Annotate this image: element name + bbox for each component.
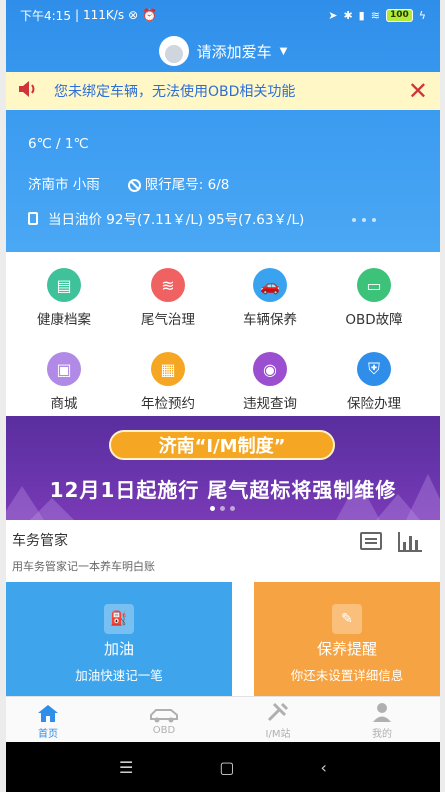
fuel-price-row: 当日油价 92号(7.11￥/L) 95号(7.63￥/L) <box>28 208 304 228</box>
card-subtitle: 你还未设置详细信息 <box>290 668 404 683</box>
ban-icon <box>127 178 141 192</box>
restriction-text: 限行尾号: 6/8 <box>144 177 230 193</box>
notice-text: 您未绑定车辆，无法使用OBD相关功能 <box>54 84 296 100</box>
grid-label: 年检预约 <box>141 396 195 412</box>
tab-obd[interactable]: OBD <box>124 701 204 736</box>
health-file-icon: ▤ <box>47 268 81 302</box>
banner-headline: 12月1日起施行 尾气超标将强制维修 <box>49 478 397 502</box>
location-icon: ➤ <box>328 8 338 22</box>
tab-home[interactable]: 首页 <box>8 701 88 740</box>
temperature: 6℃ / 1℃ <box>28 136 89 152</box>
ledger-icon[interactable] <box>360 532 382 550</box>
tab-label: 首页 <box>38 729 58 740</box>
status-sep: | <box>74 8 79 22</box>
back-icon[interactable]: ‹ <box>321 758 327 777</box>
grid-item-maintenance[interactable]: 🚗 车辆保养 <box>220 268 320 328</box>
alarm-icon: ⏰ <box>142 8 158 22</box>
city-weather-row: 济南市 小雨 限行尾号: 6/8 <box>28 173 229 193</box>
notice-bar: 您未绑定车辆，无法使用OBD相关功能 ✕ <box>6 72 440 110</box>
user-icon <box>342 701 422 723</box>
grid-item-violation[interactable]: ◉ 违规查询 <box>220 352 320 412</box>
grid-label: OBD故障 <box>345 312 403 328</box>
car-icon <box>124 701 204 723</box>
shield-icon: ⛨ <box>357 352 391 386</box>
chevron-down-icon: ▼ <box>279 45 288 57</box>
close-icon[interactable]: ✕ <box>408 79 428 103</box>
home-icon <box>8 701 88 723</box>
status-speed: 111K/s <box>83 8 125 22</box>
restriction-info: 限行尾号: 6/8 <box>127 173 230 193</box>
signal-icon: ▮ <box>358 8 365 22</box>
tab-label: OBD <box>152 725 176 736</box>
city-weather: 济南市 小雨 <box>28 177 100 193</box>
tab-profile[interactable]: 我的 <box>342 701 422 740</box>
app-screen: 下午4:15 | 111K/s ⊗ ⏰ ➤ ✱ ▮ ≋ 100 ϟ 请添加爱车 … <box>6 0 440 792</box>
banner-tag: 济南“I/M制度” <box>109 430 335 460</box>
mute-icon: ⊗ <box>128 8 139 22</box>
grid-item-exhaust[interactable]: ≋ 尾气治理 <box>118 268 218 328</box>
maintenance-reminder-card[interactable]: ✎ 保养提醒 你还未设置详细信息 <box>254 582 440 696</box>
system-nav-bar: ☰ ▢ ‹ <box>6 742 440 792</box>
pager-dots <box>352 218 376 222</box>
promo-banner[interactable]: 济南“I/M制度” 12月1日起施行 尾气超标将强制维修 <box>6 416 440 520</box>
card-subtitle: 加油快速记一笔 <box>75 668 163 683</box>
shop-icon: ▣ <box>47 352 81 386</box>
card-title: 保养提醒 <box>316 640 377 658</box>
chart-icon[interactable] <box>398 532 422 552</box>
bottom-tab-bar: 首页 OBD I/M站 我的 <box>6 696 440 742</box>
wifi-icon: ≋ <box>370 8 380 22</box>
exhaust-icon: ≋ <box>151 268 185 302</box>
card-title: 加油 <box>103 640 134 658</box>
tab-label: 我的 <box>372 729 392 740</box>
hero-header: 下午4:15 | 111K/s ⊗ ⏰ ➤ ✱ ▮ ≋ 100 ϟ 请添加爱车 … <box>6 0 440 252</box>
status-time: 下午4:15 <box>20 8 71 23</box>
grid-item-health[interactable]: ▤ 健康档案 <box>14 268 114 328</box>
car-prompt-label: 请添加爱车 <box>196 42 272 61</box>
battery-icon: 100 <box>385 8 413 22</box>
violation-icon: ◉ <box>253 352 287 386</box>
tab-label: I/M站 <box>265 729 291 740</box>
section-subtitle: 用车务管家记一本养车明白账 <box>12 560 155 573</box>
grid-label: 尾气治理 <box>141 312 195 328</box>
menu-icon[interactable]: ☰ <box>119 758 133 777</box>
tab-im-station[interactable]: I/M站 <box>238 701 318 740</box>
grid-item-inspection[interactable]: ▦ 年检预约 <box>118 352 218 412</box>
fuel-icon <box>28 211 38 225</box>
car-icon: 🚗 <box>253 268 287 302</box>
speaker-icon <box>18 80 38 102</box>
status-bar: 下午4:15 | 111K/s ⊗ ⏰ ➤ ✱ ▮ ≋ 100 ϟ <box>6 0 440 30</box>
grid-label: 商城 <box>50 396 78 412</box>
obd-device-icon: ▭ <box>357 268 391 302</box>
truck-icon: ▦ <box>151 352 185 386</box>
refuel-card[interactable]: ⛽ 加油 加油快速记一笔 <box>6 582 232 696</box>
avatar <box>158 36 189 66</box>
grid-label: 健康档案 <box>37 312 91 328</box>
bluetooth-icon: ✱ <box>343 8 353 22</box>
charging-icon: ϟ <box>418 8 426 22</box>
grid-label: 车辆保养 <box>243 312 297 328</box>
reminder-icon: ✎ <box>332 604 362 634</box>
fuel-pump-icon: ⛽ <box>104 604 134 634</box>
grid-label: 保险办理 <box>347 396 401 412</box>
car-manager-section: 车务管家 用车务管家记一本养车明白账 ⛽ 加油 加油快速记一笔 ✎ 保养提醒 你… <box>6 520 440 696</box>
grid-label: 违规查询 <box>243 396 297 412</box>
home-button-icon[interactable]: ▢ <box>219 758 234 777</box>
section-title: 车务管家 <box>12 533 68 549</box>
grid-item-obd[interactable]: ▭ OBD故障 <box>324 268 424 328</box>
car-selector[interactable]: 请添加爱车 ▼ <box>6 36 440 66</box>
grid-item-insurance[interactable]: ⛨ 保险办理 <box>324 352 424 412</box>
feature-grid: ▤ 健康档案 ≋ 尾气治理 🚗 车辆保养 ▭ OBD故障 ▣ 商城 ▦ 年检预约… <box>6 252 440 416</box>
grid-item-mall[interactable]: ▣ 商城 <box>14 352 114 412</box>
wrench-icon <box>238 701 318 723</box>
fuel-price: 当日油价 92号(7.11￥/L) 95号(7.63￥/L) <box>48 212 305 228</box>
banner-pager <box>210 506 235 511</box>
